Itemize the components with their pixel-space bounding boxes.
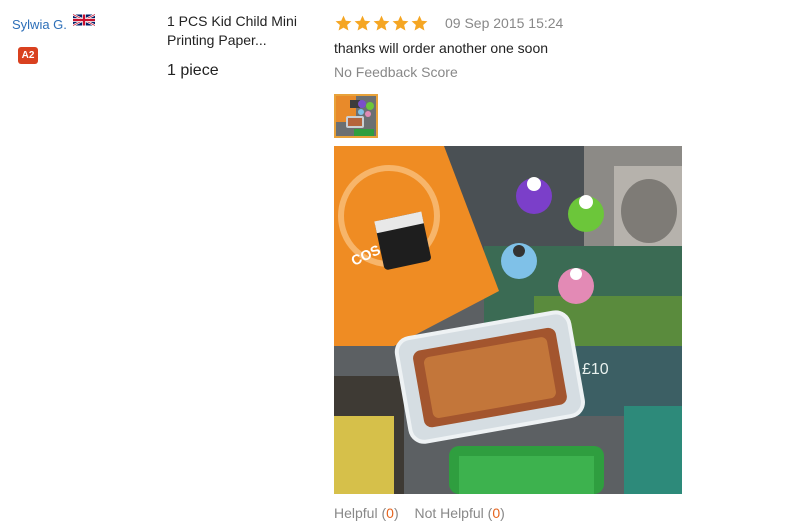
not-helpful-count: 0: [492, 505, 501, 521]
product-name-link[interactable]: 1 PCS Kid Child Mini Printing Paper...: [167, 12, 327, 50]
star-icon: [335, 15, 352, 31]
star-icon: [354, 15, 371, 31]
buyer-info: Sylwia G.: [12, 14, 96, 34]
helpful-row: Helpful (0) Not Helpful (0): [334, 505, 505, 521]
star-rating: [334, 14, 429, 33]
review-comment: thanks will order another one soon: [334, 40, 549, 56]
product-name-line-1: 1 PCS Kid Child Mini: [167, 13, 297, 29]
product-info: 1 PCS Kid Child Mini Printing Paper... 1…: [167, 12, 327, 80]
helpful-count: 0: [386, 505, 394, 521]
not-helpful-label: Not Helpful (: [414, 505, 493, 521]
not-helpful-close-paren: ): [500, 505, 505, 521]
review-photo-thumbnail[interactable]: [334, 94, 378, 138]
star-icon: [373, 15, 390, 31]
rating-row: 09 Sep 2015 15:24: [334, 12, 754, 34]
review-content: 09 Sep 2015 15:24 thanks will order anot…: [334, 12, 754, 80]
not-helpful-link[interactable]: Not Helpful (0): [415, 505, 505, 521]
review-photo[interactable]: COSATTO £10: [334, 146, 682, 494]
helpful-close-paren: ): [393, 505, 399, 521]
product-name-line-2: Printing Paper...: [167, 32, 267, 48]
photo-price-label: £10: [582, 361, 609, 378]
feedback-score: No Feedback Score: [334, 64, 458, 80]
product-quantity: 1 piece: [167, 62, 219, 79]
uk-flag-icon: [73, 14, 96, 26]
thumbnail-image: [336, 96, 376, 136]
review-date: 09 Sep 2015 15:24: [445, 15, 564, 31]
buyer-name-link[interactable]: Sylwia G.: [12, 17, 67, 32]
star-icon: [392, 15, 409, 31]
helpful-link[interactable]: Helpful (0): [334, 505, 399, 521]
buyer-level-badge: A2: [18, 47, 38, 64]
helpful-label: Helpful (: [334, 505, 387, 521]
star-icon: [411, 15, 428, 31]
